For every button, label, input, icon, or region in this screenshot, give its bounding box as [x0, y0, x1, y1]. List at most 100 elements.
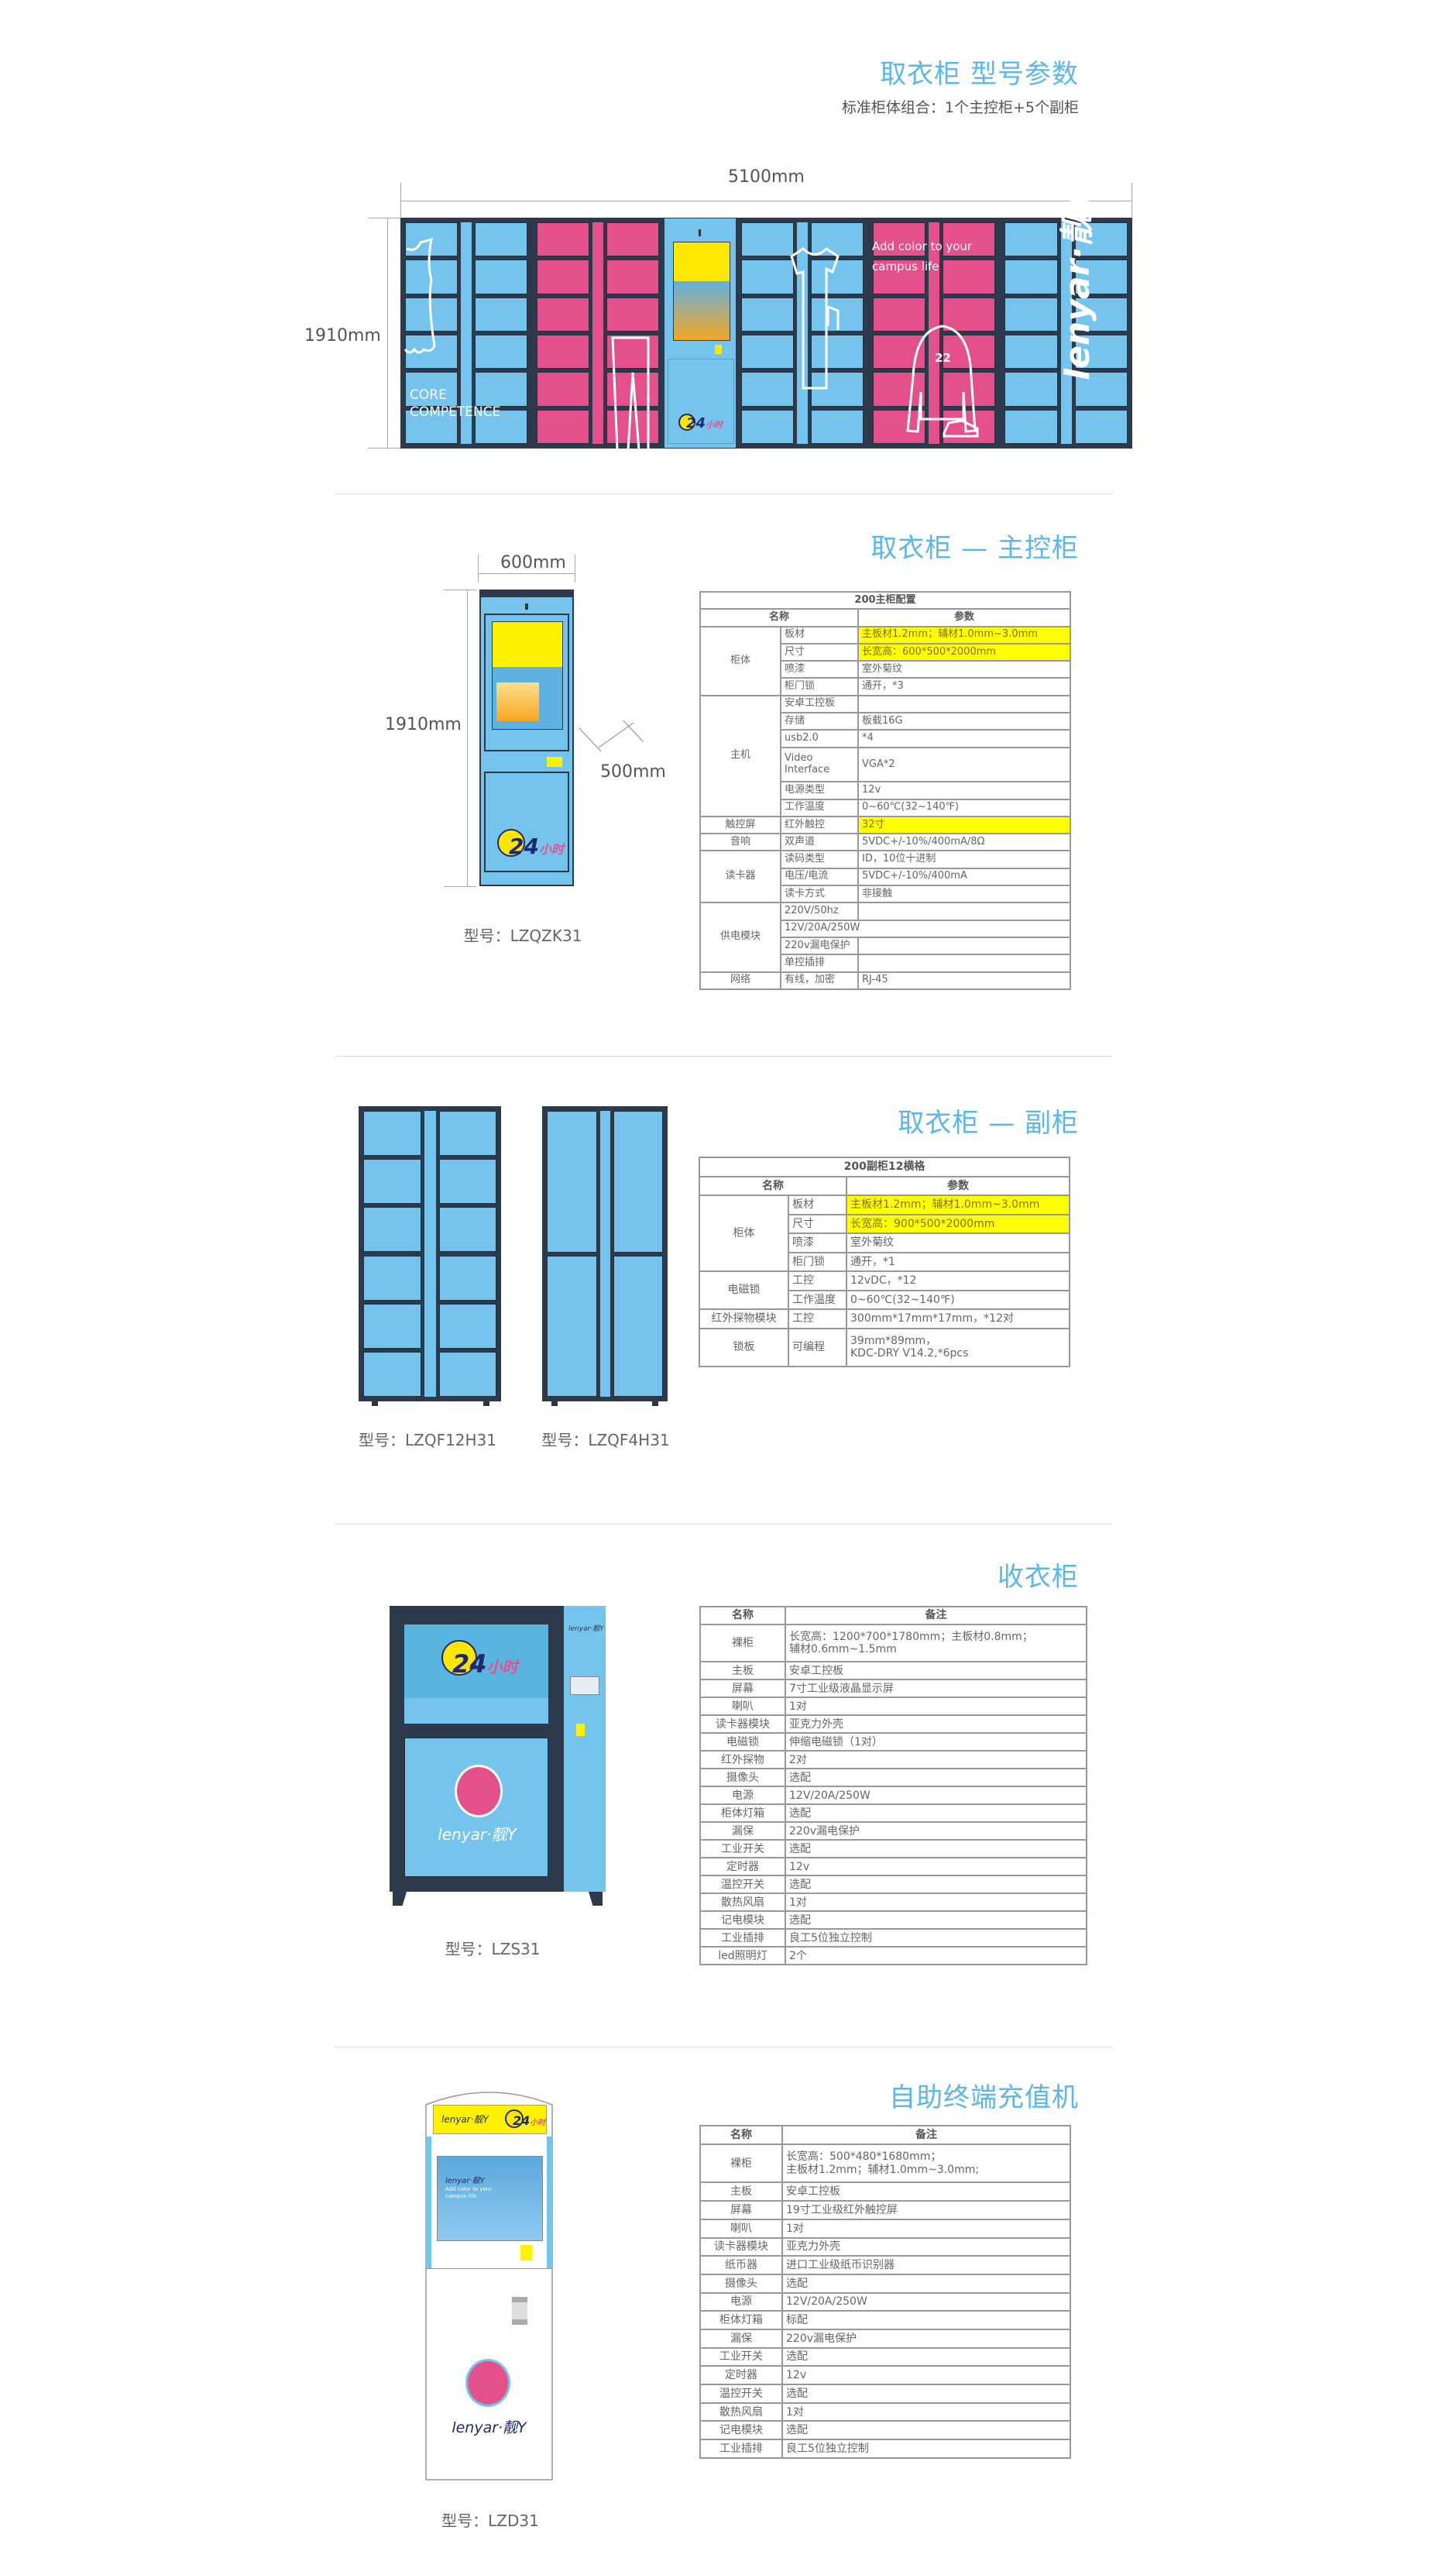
banner-tagline: Add color to your campus life	[872, 236, 972, 277]
table-title: 200主柜配置	[699, 590, 1071, 610]
group-name: 网络	[699, 971, 781, 990]
spec-value: 选配	[785, 1768, 1087, 1788]
spec-name: 纸币器	[699, 2255, 783, 2275]
card-reader-icon	[520, 2245, 532, 2260]
spec-name: 漏保	[699, 2328, 783, 2349]
main-height-label: 1910mm	[385, 715, 462, 734]
spec-value: 12v	[781, 2365, 1071, 2386]
spec-name: 漏保	[699, 1821, 786, 1841]
main-cabinet-spec-table: 200主柜配置 名称 参数 柜体 板材 主板材1.2mm；辅材1.0mm~3.0mm 尺寸长…	[699, 590, 1071, 990]
table-row: 供电模块 220V/50hz	[699, 902, 1071, 973]
screen-tagline: Add color to your campus life	[445, 2186, 492, 2200]
logo-hours: 小时	[530, 2119, 546, 2127]
spec-value: 安卓工控板	[785, 1661, 1087, 1681]
brand-logo-vertical: lenyar·靓Y	[1058, 187, 1097, 380]
table-title-row: 200主柜配置	[699, 590, 1071, 610]
group-name: 读卡器	[699, 850, 781, 904]
service-logo: 24小时	[509, 834, 564, 859]
group-name: 红外探物模块	[699, 1308, 789, 1329]
dimension-tick	[368, 448, 400, 449]
locker-door	[363, 1159, 421, 1205]
spec-value: 1对	[785, 1893, 1087, 1913]
spec-value: 选配	[785, 1910, 1087, 1930]
table-row: 音响 双声道 5VDC+/-10%/400mA/8Ω	[699, 833, 1071, 852]
spec-name: 柜体灯箱	[699, 1803, 786, 1824]
locker-door	[363, 1255, 421, 1301]
spec-value: 主板材1.2mm；辅材1.0mm~3.0mm	[857, 625, 1071, 645]
spec-name: 读卡器模块	[699, 2236, 783, 2257]
spec-item: 单控插排	[780, 954, 859, 973]
spec-value: 220v漏电保护	[781, 2328, 1071, 2349]
table-row: 漏保 220v漏电保护	[699, 2328, 1071, 2349]
overview-width-label: 5100mm	[728, 167, 805, 187]
spec-name: 记电模块	[699, 2420, 783, 2441]
cabinet-leg	[372, 1401, 378, 1406]
spec-value: 室外菊纹	[846, 1232, 1070, 1253]
depth-dimension-line	[579, 720, 644, 752]
hoodie-icon	[906, 325, 977, 433]
main-cabinet-model: 型号：LZQZK31	[463, 927, 582, 945]
spec-value: 39mm*89mm， KDC-DRY V14.2,*6pcs	[846, 1327, 1070, 1367]
spec-value: 1对	[785, 1697, 1087, 1717]
main-cabinet-title: 取衣柜 — 主控柜	[871, 533, 1079, 564]
spec-value: 通开，*3	[857, 677, 1071, 696]
logo-24: 24	[513, 2113, 531, 2128]
spec-value: 良工5位独立控制	[785, 1928, 1087, 1948]
header-params: 参数	[857, 608, 1071, 627]
spec-value: 良工5位独立控制	[781, 2439, 1071, 2459]
spec-value: 板载16G	[857, 712, 1071, 731]
table-row: 记电模块 选配	[699, 1910, 1087, 1930]
cabinet-leg	[589, 1892, 603, 1906]
spec-item: 工控	[788, 1270, 847, 1291]
section-divider	[335, 493, 1111, 494]
group-name: 电磁锁	[699, 1270, 789, 1310]
dimension-tick	[478, 555, 479, 583]
table-row: 工业插排 良工5位独立控制	[699, 2439, 1071, 2459]
spec-name: 散热风扇	[699, 1893, 786, 1913]
table-title: 200副柜12横格	[699, 1157, 1070, 1177]
table-row: 温控开关 选配	[699, 1875, 1087, 1895]
dimension-line	[478, 573, 575, 574]
group-name: 触控屏	[699, 815, 781, 835]
spec-value	[857, 936, 1071, 956]
screen-tagline-1: Add color to your	[445, 2186, 493, 2192]
table-row: 主板 安卓工控板	[699, 1661, 1087, 1681]
card-reader-icon	[576, 1724, 585, 1736]
spec-name: 红外探物	[699, 1750, 786, 1770]
table-row: 红外探物 2对	[699, 1750, 1087, 1770]
mascot-icon	[465, 2359, 510, 2407]
spec-item: 电源类型	[780, 781, 859, 800]
tagline-line-1: Add color to your	[872, 239, 973, 253]
table-row: 柜体 板材 主板材1.2mm；辅材1.0mm~3.0mm	[699, 625, 1071, 696]
table-row: 散热风扇 1对	[699, 2401, 1071, 2422]
locker-door	[613, 1111, 663, 1253]
spec-value: 进口工业级纸币识别器	[781, 2255, 1071, 2275]
shirt-icon	[403, 237, 436, 354]
spec-value: 12vDC，*12	[846, 1270, 1070, 1291]
table-row: 工业开关 选配	[699, 1839, 1087, 1859]
spec-name: 摄像头	[699, 1768, 786, 1788]
spec-name: 工业插排	[699, 2439, 783, 2459]
spec-value: 非接触	[857, 885, 1071, 904]
spec-item: 板材	[780, 625, 859, 645]
spec-name: 读卡器模块	[699, 1714, 786, 1734]
spec-value: 标配	[781, 2310, 1071, 2330]
dimension-line	[387, 218, 388, 449]
table-row: 主板 安卓工控板	[699, 2181, 1071, 2202]
spec-value: 1对	[781, 2401, 1071, 2422]
locker-door	[438, 1255, 496, 1301]
locker-door	[438, 1159, 496, 1205]
table-row: 喇叭 1对	[699, 1697, 1087, 1717]
kiosk-title: 自助终端充值机	[889, 2082, 1079, 2113]
locker-door	[438, 1207, 496, 1253]
spec-item: usb2.0	[780, 729, 859, 748]
spec-name: 主板	[699, 1661, 786, 1681]
spec-name: 定时器	[699, 1857, 786, 1877]
spec-name: 屏幕	[699, 1679, 786, 1699]
group-name: 柜体	[699, 625, 781, 696]
spec-value: 长宽高：900*500*2000mm	[846, 1213, 1070, 1234]
spec-item: 可编程	[788, 1327, 847, 1367]
header-name: 名称	[699, 1606, 786, 1625]
locker-bank-illustration: 24小时 CORE COMPETENCE Add color to your cam…	[400, 187, 1132, 449]
dimension-tick	[1131, 183, 1132, 217]
